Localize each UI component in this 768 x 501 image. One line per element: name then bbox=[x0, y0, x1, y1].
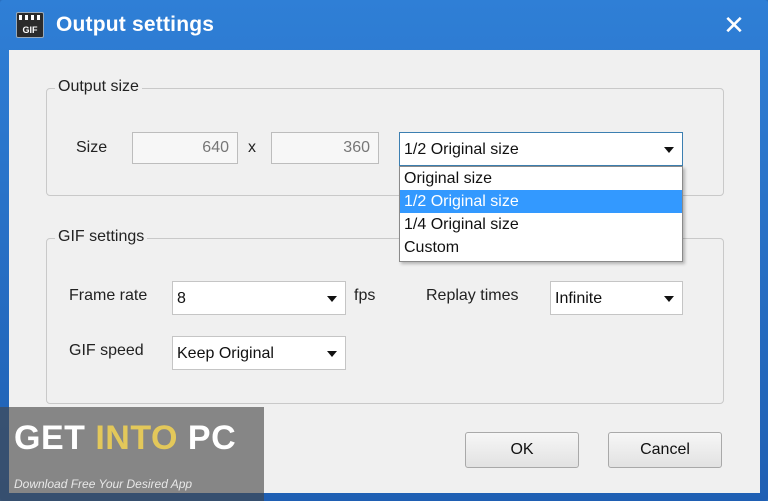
gif-speed-value: Keep Original bbox=[177, 345, 274, 362]
output-settings-dialog: GIF Output settings ✕ Output size Size 6… bbox=[0, 0, 768, 501]
gif-app-icon: GIF bbox=[16, 12, 44, 38]
watermark-overlay: GET INTO PC Download Free Your Desired A… bbox=[0, 407, 264, 501]
option-custom[interactable]: Custom bbox=[400, 236, 682, 259]
gif-speed-label: GIF speed bbox=[69, 342, 144, 359]
output-size-group-title: Output size bbox=[55, 78, 142, 96]
frame-rate-select[interactable]: 8 bbox=[172, 281, 346, 315]
title-bar[interactable]: GIF Output settings ✕ bbox=[0, 0, 768, 50]
option-half-size[interactable]: 1/2 Original size bbox=[400, 190, 682, 213]
height-input[interactable]: 360 bbox=[271, 132, 379, 164]
size-preset-value: 1/2 Original size bbox=[404, 141, 519, 158]
chevron-down-icon bbox=[664, 296, 674, 302]
gif-settings-group-title: GIF settings bbox=[55, 228, 148, 246]
replay-times-select[interactable]: Infinite bbox=[550, 281, 683, 315]
size-label: Size bbox=[76, 139, 108, 156]
option-original-size[interactable]: Original size bbox=[400, 167, 682, 190]
gif-settings-group: GIF settings bbox=[46, 228, 724, 404]
size-preset-select[interactable]: 1/2 Original size bbox=[399, 132, 683, 166]
gif-speed-select[interactable]: Keep Original bbox=[172, 336, 346, 370]
dialog-title: Output settings bbox=[56, 13, 215, 36]
watermark-part-into: INTO bbox=[95, 419, 178, 457]
cancel-button[interactable]: Cancel bbox=[608, 432, 722, 468]
ok-button[interactable]: OK bbox=[465, 432, 579, 468]
close-icon[interactable]: ✕ bbox=[718, 10, 750, 40]
replay-times-value: Infinite bbox=[555, 290, 603, 307]
chevron-down-icon bbox=[327, 296, 337, 302]
replay-times-label: Replay times bbox=[426, 287, 519, 304]
watermark-part-pc: PC bbox=[177, 419, 237, 457]
watermark-logo: GET INTO PC bbox=[14, 419, 236, 458]
chevron-down-icon bbox=[664, 147, 674, 153]
frame-rate-label: Frame rate bbox=[69, 287, 148, 304]
watermark-part-get: GET bbox=[14, 419, 96, 457]
watermark-tagline: Download Free Your Desired App bbox=[14, 477, 193, 491]
option-quarter-size[interactable]: 1/4 Original size bbox=[400, 213, 682, 236]
fps-unit-label: fps bbox=[354, 287, 376, 304]
size-preset-dropdown: Original size 1/2 Original size 1/4 Orig… bbox=[399, 166, 683, 262]
width-input[interactable]: 640 bbox=[132, 132, 238, 164]
chevron-down-icon bbox=[327, 351, 337, 357]
times-label: x bbox=[248, 139, 256, 156]
frame-rate-value: 8 bbox=[177, 290, 186, 307]
